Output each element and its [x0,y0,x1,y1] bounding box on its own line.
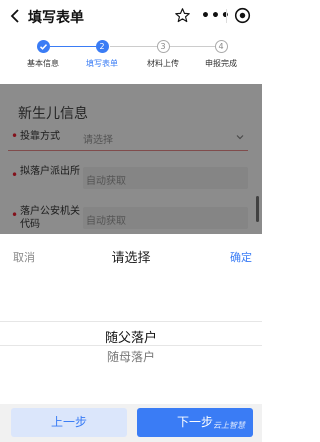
capsule-divider [226,9,227,23]
step-upload: 3 材料上传 [133,40,193,69]
check-icon [36,40,50,53]
back-icon[interactable] [8,8,24,24]
confirm-button[interactable]: 确定 [230,249,252,265]
picker-option-selected[interactable]: 随父落户 [0,327,262,346]
modal-overlay[interactable] [0,84,262,234]
picker-title: 请选择 [111,251,151,266]
watermark: 云上智慧 [213,421,245,430]
step-number: 2 [95,40,109,53]
option-picker: 取消 请选择 确定 随父落户 随母落户 [0,234,262,404]
prev-step-button[interactable]: 上一步 [11,408,127,437]
selection-line-top [0,321,262,322]
page-title: 填写表单 [28,10,84,26]
picker-option[interactable]: 随母落户 [0,348,262,365]
progress-stepper: 基本信息 2 填写表单 3 材料上传 4 申报完成 [0,32,262,82]
step-number: 4 [214,40,228,53]
step-number: 3 [156,40,170,53]
app-header: 填写表单 ••• [0,0,262,32]
target-icon[interactable] [234,7,251,24]
step-basic-info: 基本信息 [13,40,73,69]
step-label: 材料上传 [147,59,179,68]
step-complete: 4 申报完成 [191,40,251,69]
selection-line-bottom [0,345,262,346]
step-fill-form: 2 填写表单 [72,40,132,69]
star-icon[interactable] [174,7,191,24]
step-label: 填写表单 [86,59,118,68]
step-label: 申报完成 [205,59,237,68]
step-label: 基本信息 [27,59,59,68]
